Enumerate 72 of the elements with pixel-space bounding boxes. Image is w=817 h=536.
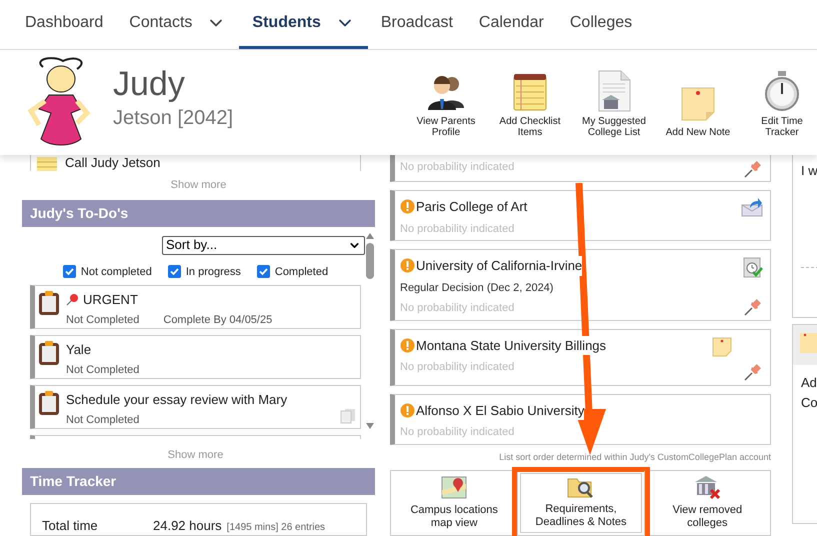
view-button[interactable]: Requirements, Deadlines & Notes [520, 473, 642, 533]
note-text: Ad [801, 374, 817, 392]
decision-text: Regular Decision (Dec 2, 2024) [400, 280, 554, 296]
student-last-name: Jetson [2042] [113, 106, 234, 132]
pushpin-icon [743, 296, 763, 316]
action-button[interactable]: Add New Note [658, 78, 738, 138]
checkbox-label: Completed [274, 264, 328, 280]
checkbox-label: In progress [186, 264, 241, 280]
action-button[interactable]: Add Checklist Items [490, 68, 570, 138]
action-button[interactable]: View Parents Profile [406, 68, 486, 138]
todo-card[interactable]: Yale Not Completed [30, 335, 361, 379]
time-label: Total time [42, 516, 99, 534]
pushpin-icon [743, 159, 763, 179]
todo-status: Not Completed [66, 312, 140, 328]
college-name: Montana State University Billings [416, 336, 606, 355]
nav-tab[interactable]: Dashboard [12, 0, 116, 49]
scroll-down-icon[interactable] [366, 422, 374, 428]
college-card[interactable]: Montana State University Billings No probability indicated [390, 328, 771, 386]
nav-tab[interactable]: Broadcast [368, 0, 466, 49]
note-title: Call Judy Jetson [65, 155, 160, 171]
probability-text: No probability indicated [400, 222, 516, 236]
checkbox-label: Not completed [80, 264, 152, 280]
sort-note: List sort order determined within Judy's CustomCollegePlan account [499, 450, 771, 464]
notepad-icon [512, 72, 548, 112]
view-button[interactable]: Campus locations map view [393, 473, 516, 533]
time-detail: [1495 mins] 26 entries [226, 520, 326, 534]
sticky-note-icon [679, 84, 717, 122]
scrollbar-thumb[interactable] [366, 242, 374, 278]
nav-tab[interactable]: Calendar [466, 0, 557, 49]
nav-tab[interactable]: Colleges [556, 0, 646, 49]
college-card[interactable]: University of California-Irvine Regular Decision (Dec 2, 2024) No probability indicated [390, 249, 771, 320]
clock-check-icon [743, 256, 763, 278]
todo-card[interactable]: URGENT Not Completed Complete By 04/05/25 [30, 285, 361, 329]
checkbox[interactable] [62, 265, 76, 278]
section-header: Time Tracker [22, 468, 375, 494]
probability-text: No probability indicated [400, 360, 516, 375]
document-icon [597, 70, 631, 112]
todo-title: Yale [66, 341, 92, 359]
map-pin-icon [441, 474, 468, 500]
college-card[interactable]: Paris College of Art No probability indicated [390, 190, 771, 241]
todo-status: Not Completed [66, 412, 140, 428]
notepad-icon [37, 157, 57, 171]
clipboard-icon [38, 340, 60, 366]
clipboard-icon [38, 290, 60, 316]
nav-tab[interactable]: Contacts [116, 0, 240, 49]
student-first-name: Judy [113, 66, 186, 104]
action-button[interactable]: My Suggested College List [574, 68, 654, 138]
clipboard-icon [38, 390, 60, 416]
todo-due-date: Complete By 04/05/25 [163, 312, 272, 328]
todo-title: Schedule your essay review with Mary [66, 391, 288, 409]
todo-title: URGENT [83, 291, 138, 309]
college-name: University of California-Irvine [416, 256, 582, 276]
sticky-note-icon [799, 331, 817, 355]
envelope-arrow-icon [741, 197, 763, 217]
probability-text: No probability indicated [400, 425, 516, 440]
section-header: Judy's To-Do's [22, 200, 375, 226]
stopwatch-icon [764, 70, 800, 112]
todo-card[interactable]: Schedule your essay review with Mary Not Completed [30, 385, 361, 429]
building-remove-icon [693, 474, 722, 500]
sticky-note-icon [711, 336, 733, 358]
sort-dropdown[interactable]: Sort by... [162, 236, 365, 254]
time-value: 24.92 hours [153, 516, 222, 534]
note-text: Co [801, 394, 817, 412]
checkbox[interactable] [168, 265, 181, 278]
checkbox[interactable] [256, 265, 270, 278]
pushpin-icon [743, 362, 763, 382]
todo-status: Not Completed [66, 362, 140, 378]
scroll-up-icon[interactable] [366, 232, 374, 238]
probability-text: No probability indicated [400, 160, 516, 175]
probability-text: No probability indicated [400, 301, 516, 316]
view-button[interactable]: View removed colleges [646, 473, 768, 533]
action-button[interactable]: Edit Time Tracker [742, 68, 817, 138]
